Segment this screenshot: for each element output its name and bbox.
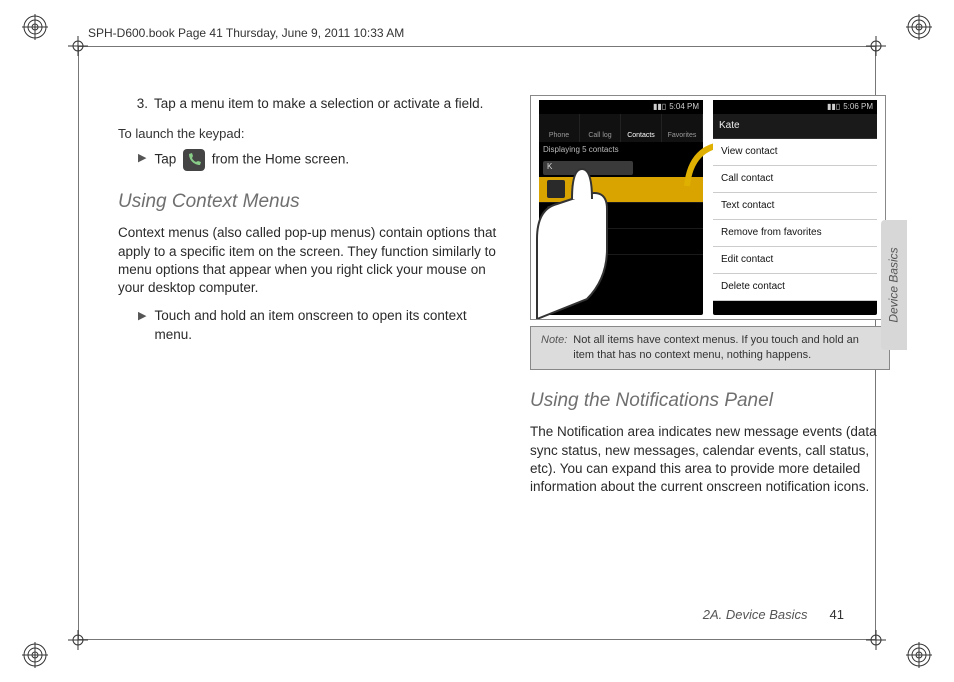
crop-tick-icon — [68, 36, 88, 56]
page-footer: 2A. Device Basics 41 — [703, 607, 844, 622]
notifications-para: The Notification area indicates new mess… — [530, 423, 890, 496]
registration-mark-icon — [906, 14, 932, 40]
context-menu-item: Edit contact — [713, 247, 877, 274]
section-notifications-panel: Using the Notifications Panel — [530, 388, 890, 414]
crop-tick-icon — [68, 630, 88, 650]
registration-mark-icon — [22, 14, 48, 40]
context-menu-figure: ▮▮▯ 5:04 PM Phone Call log Contacts Favo… — [530, 95, 886, 320]
step-3: 3. Tap a menu item to make a selection o… — [134, 95, 498, 113]
note-text: Not all items have context menus. If you… — [573, 333, 879, 363]
tap-instruction: Tap from the Home screen. — [154, 149, 349, 171]
bullet-arrow-icon: ▶ — [138, 151, 146, 166]
context-menu-list: View contact Call contact Text contact R… — [713, 139, 877, 301]
crop-tick-icon — [866, 36, 886, 56]
context-menus-para: Context menus (also called pop-up menus)… — [118, 224, 498, 297]
page-number: 41 — [830, 607, 844, 622]
tab-phone: Phone — [539, 114, 580, 142]
tap-after: from the Home screen. — [212, 151, 349, 166]
context-menu-item: Delete contact — [713, 274, 877, 301]
context-menu-item: Call contact — [713, 166, 877, 193]
context-menu-bullet: ▶ Touch and hold an item onscreen to ope… — [138, 307, 498, 343]
context-menu-item: Remove from favorites — [713, 220, 877, 247]
status-bar: ▮▮▯ 5:06 PM — [713, 100, 877, 114]
launch-keypad-step: ▶ Tap from the Home screen. — [138, 149, 498, 171]
tab-contacts: Contacts — [621, 114, 662, 142]
left-column: 3. Tap a menu item to make a selection o… — [118, 95, 498, 506]
status-time: 5:04 PM — [669, 102, 699, 113]
tab-call-log: Call log — [580, 114, 621, 142]
bullet-text: Touch and hold an item onscreen to open … — [154, 307, 498, 343]
section-context-menus: Using Context Menus — [118, 189, 498, 215]
side-tab: Device Basics — [881, 220, 907, 350]
step-number: 3. — [134, 95, 148, 113]
hand-gesture-icon — [517, 149, 637, 319]
note-box: Note: Not all items have context menus. … — [530, 326, 890, 370]
registration-mark-icon — [906, 642, 932, 668]
status-time: 5:06 PM — [843, 102, 873, 113]
context-menu-item: Text contact — [713, 193, 877, 220]
tap-before: Tap — [154, 151, 176, 166]
book-header: SPH-D600.book Page 41 Thursday, June 9, … — [88, 26, 404, 40]
crop-rule — [78, 46, 79, 640]
step-text: Tap a menu item to make a selection or a… — [154, 95, 483, 113]
registration-mark-icon — [22, 642, 48, 668]
launch-keypad-label: To launch the keypad: — [118, 125, 498, 143]
crop-rule — [78, 639, 876, 640]
signal-icon: ▮▮▯ — [653, 102, 666, 113]
context-menu-title: Kate — [713, 114, 877, 139]
phone-screenshot-context-menu: ▮▮▯ 5:06 PM Kate View contact Call conta… — [713, 100, 877, 315]
contacts-tabs: Phone Call log Contacts Favorites — [539, 114, 703, 142]
note-label: Note: — [541, 333, 567, 363]
context-menu-item: View contact — [713, 139, 877, 166]
status-bar: ▮▮▯ 5:04 PM — [539, 100, 703, 114]
signal-icon: ▮▮▯ — [827, 102, 840, 113]
phone-app-icon — [183, 149, 205, 171]
chapter-label: 2A. Device Basics — [703, 607, 808, 622]
bullet-arrow-icon: ▶ — [138, 309, 146, 324]
right-column: ▮▮▯ 5:04 PM Phone Call log Contacts Favo… — [530, 95, 890, 506]
crop-rule — [78, 46, 876, 47]
crop-tick-icon — [866, 630, 886, 650]
phone-screenshot-contacts: ▮▮▯ 5:04 PM Phone Call log Contacts Favo… — [539, 100, 703, 315]
side-tab-label: Device Basics — [887, 247, 901, 322]
